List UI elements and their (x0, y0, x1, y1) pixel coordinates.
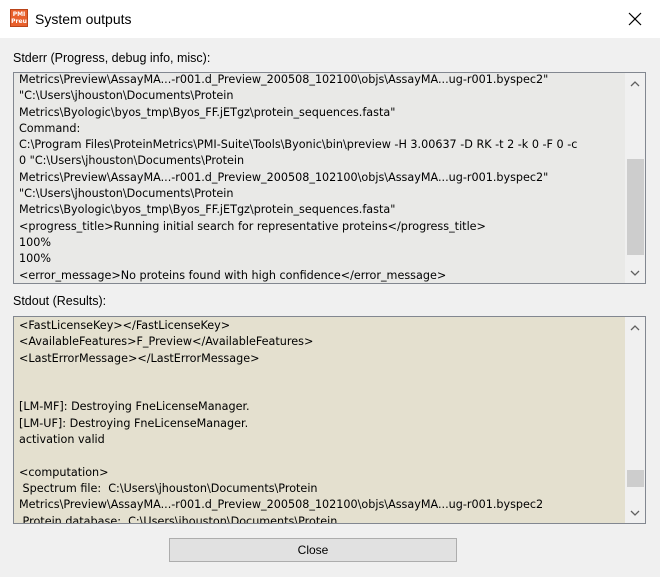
log-line: <LastErrorMessage></LastErrorMessage> (19, 351, 260, 365)
stderr-scrollbar[interactable] (625, 73, 645, 283)
stderr-text[interactable]: Metrics\Preview\AssayMA...-r001.d_Previe… (19, 73, 621, 283)
chevron-down-icon[interactable] (625, 264, 645, 282)
log-line: 0 "C:\Users\jhouston\Documents\Protein (19, 154, 245, 168)
log-line: Metrics\Preview\AssayMA...-r001.d_Previe… (19, 170, 549, 184)
log-line: 100% (19, 235, 51, 249)
app-icon-text-top: PMI (12, 11, 26, 18)
log-line: Spectrum file: C:\Users\jhouston\Documen… (19, 481, 318, 495)
close-icon[interactable] (624, 8, 646, 30)
log-line: "C:\Users\jhouston\Documents\Protein (19, 187, 234, 201)
stderr-textbox[interactable]: Metrics\Preview\AssayMA...-r001.d_Previe… (13, 72, 646, 284)
log-line: <error_message>No proteins found with hi… (19, 268, 447, 282)
chevron-up-icon[interactable] (625, 75, 645, 93)
log-line: C:\Program Files\ProteinMetrics\PMI-Suit… (19, 138, 578, 152)
log-line: Metrics\Preview\AssayMA...-r001.d_Previe… (19, 498, 544, 512)
stderr-scroll-thumb[interactable] (627, 159, 644, 255)
stdout-scroll-thumb[interactable] (627, 470, 644, 487)
log-line: Protein database: C:\Users\jhouston\Docu… (19, 514, 338, 524)
log-line: [LM-UF]: Destroying FneLicenseManager. (19, 416, 249, 430)
stdout-text[interactable]: <FastLicenseKey></FastLicenseKey> <Availa… (19, 318, 621, 524)
log-line: 100% (19, 252, 51, 266)
log-line: <progress_title>Running initial search f… (19, 219, 486, 233)
stdout-label: Stdout (Results): (13, 294, 107, 308)
chevron-down-icon[interactable] (625, 504, 645, 522)
log-line: Metrics\Byologic\byos_tmp\Byos_FF.jETgz\… (19, 105, 396, 119)
log-line: "C:\Users\jhouston\Documents\Protein (19, 89, 234, 103)
close-button[interactable]: Close (169, 538, 457, 562)
log-line: Command: (19, 121, 81, 135)
log-line: Metrics\Byologic\byos_tmp\Byos_FF.jETgz\… (19, 203, 396, 217)
log-line: [LM-MF]: Destroying FneLicenseManager. (19, 400, 250, 414)
chevron-up-icon[interactable] (625, 319, 645, 337)
log-line: activation valid (19, 433, 105, 447)
log-line: Metrics\Preview\AssayMA...-r001.d_Previe… (19, 73, 549, 86)
app-icon-text-bottom: Preu (11, 18, 27, 25)
log-line: <computation> (19, 465, 109, 479)
stdout-scrollbar[interactable] (625, 317, 645, 523)
log-line: <FastLicenseKey></FastLicenseKey> (19, 319, 231, 332)
app-icon: PMI Preu (10, 9, 28, 27)
window-title: System outputs (35, 11, 132, 27)
stdout-textbox[interactable]: <FastLicenseKey></FastLicenseKey> <Availa… (13, 316, 646, 524)
log-line: <AvailableFeatures>F_Preview</AvailableF… (19, 335, 314, 349)
stderr-label: Stderr (Progress, debug info, misc): (13, 51, 211, 65)
title-bar: PMI Preu System outputs (0, 0, 660, 38)
